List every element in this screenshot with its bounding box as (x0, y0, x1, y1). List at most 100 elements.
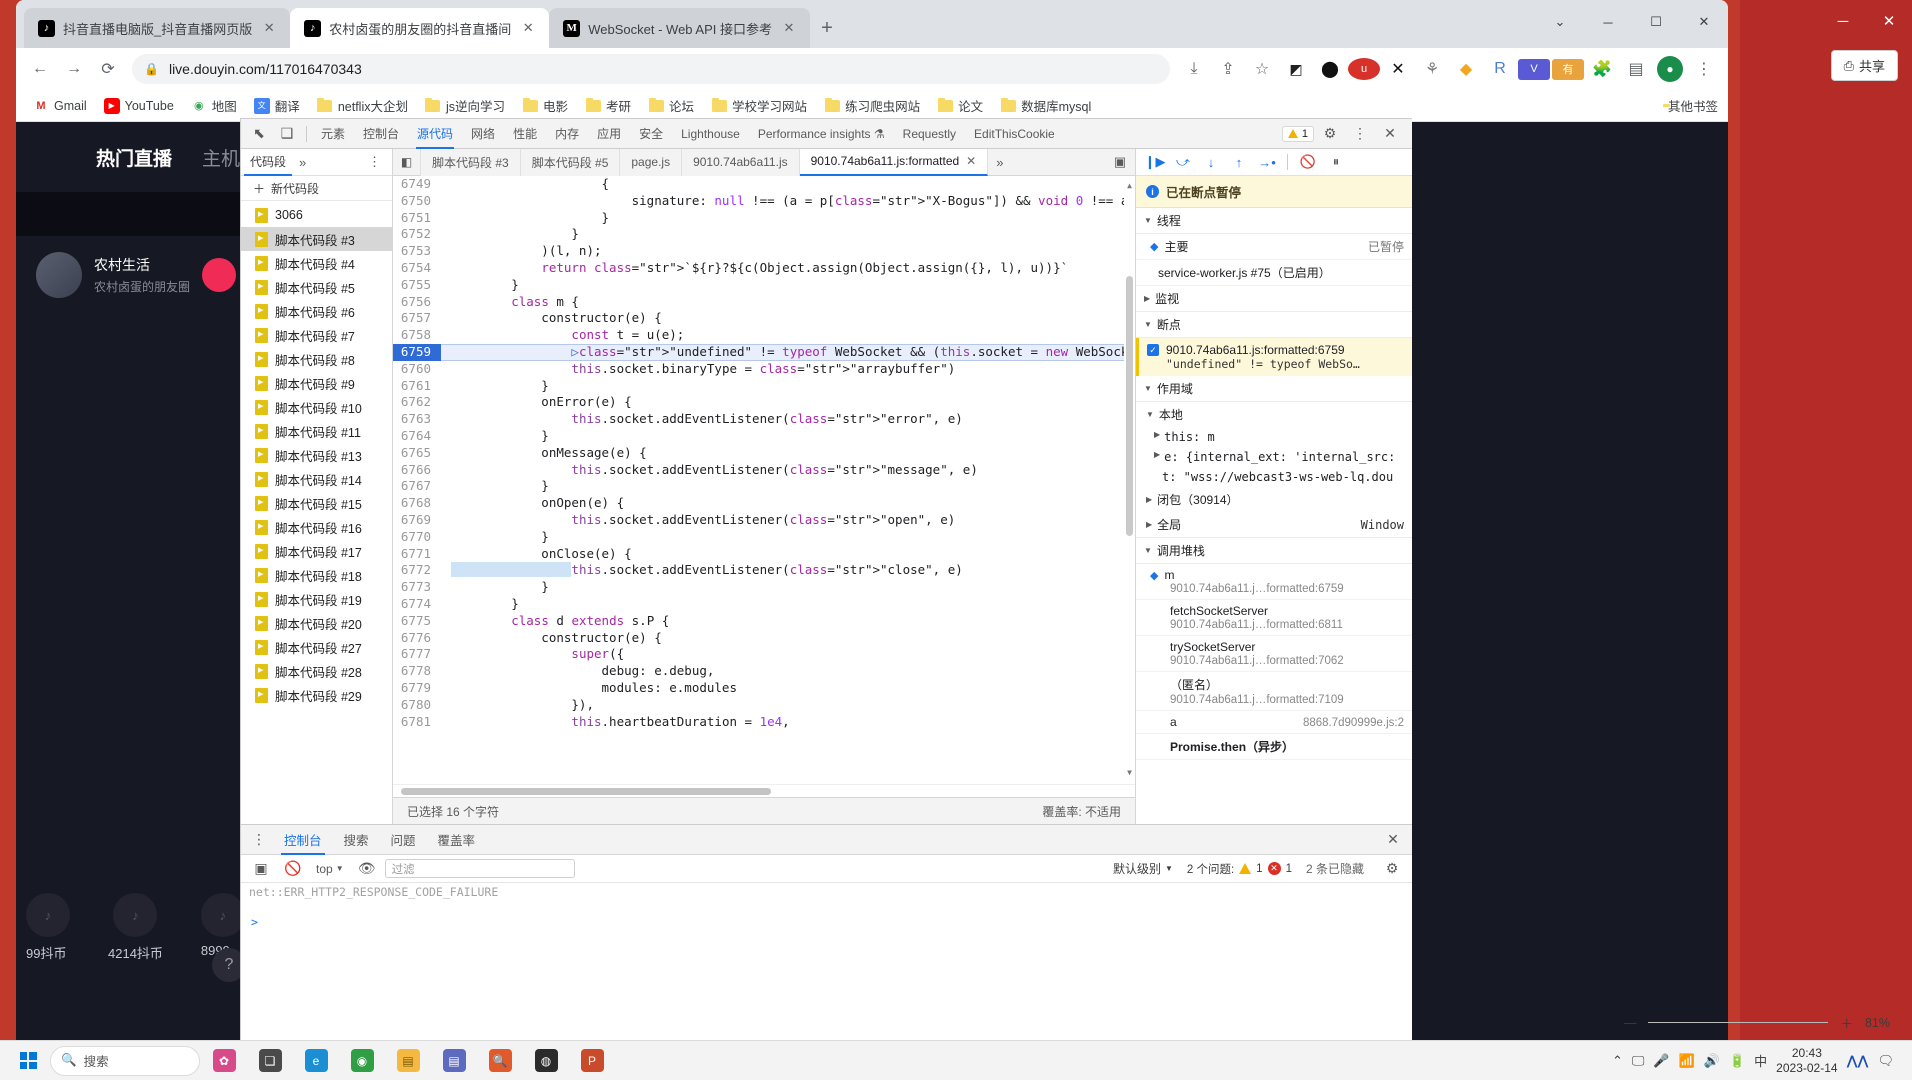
section-watch[interactable]: ▶ 监视 (1136, 286, 1412, 312)
tab-application[interactable]: 应用 (588, 119, 630, 149)
code-line[interactable]: 6764 } (393, 427, 1135, 445)
tab-elements[interactable]: 元素 (312, 119, 354, 149)
kebab-icon[interactable]: ⋮ (1346, 121, 1374, 147)
console-sidebar-icon[interactable]: ▣ (247, 856, 275, 882)
chrome-menu-icon[interactable]: ⋮ (1688, 53, 1720, 85)
bg-close-button[interactable]: ✕ (1866, 0, 1912, 42)
code-line[interactable]: 6756 class m { (393, 293, 1135, 311)
code-line[interactable]: 6767 } (393, 478, 1135, 496)
editor-tabs-overflow-icon[interactable]: » (988, 155, 1011, 170)
browser-tab-2[interactable]: ♪ 农村卤蛋的朋友圈的抖音直播间 ✕ (290, 8, 550, 48)
start-button[interactable] (8, 1044, 48, 1078)
line-number[interactable]: 6768 (393, 495, 441, 512)
inspect-element-icon[interactable]: ⬉ (245, 121, 273, 147)
code-line-highlighted[interactable]: 6759 ▷class="str">"undefined" != typeof … (393, 343, 1135, 361)
tab-memory[interactable]: 内存 (546, 119, 588, 149)
taskbar-task-view[interactable]: ❏ (248, 1044, 292, 1078)
download-icon[interactable]: ⤓ (1178, 53, 1210, 85)
line-number[interactable]: 6760 (393, 360, 441, 378)
step-icon[interactable]: →• (1254, 150, 1280, 174)
code-line[interactable]: 6774 } (393, 595, 1135, 613)
bookmark-star-icon[interactable]: ☆ (1246, 53, 1278, 85)
code-viewer[interactable]: 6749 {6750 signature: null !== (a = p[cl… (393, 176, 1135, 784)
extension-7-icon[interactable]: R (1484, 53, 1516, 85)
line-number[interactable]: 6759 (393, 343, 441, 361)
eye-icon[interactable]: 👁 (353, 856, 381, 882)
taskbar-app-notepad[interactable]: ▤ (432, 1044, 476, 1078)
callstack-frame-3[interactable]: trySocketServer 9010.74ab6a11.j…formatte… (1136, 636, 1412, 672)
line-number[interactable]: 6754 (393, 259, 441, 277)
section-callstack[interactable]: ▼ 调用堆栈 (1136, 538, 1412, 564)
share-button[interactable]: ⎙ 共享 (1830, 50, 1898, 81)
code-line[interactable]: 6772 this.socket.addEventListener(class=… (393, 562, 1135, 580)
code-line[interactable]: 6750 signature: null !== (a = p[class="s… (393, 192, 1135, 210)
bookmark-folder-forum[interactable]: 论坛 (641, 93, 701, 118)
code-line[interactable]: 6763 this.socket.addEventListener(class=… (393, 411, 1135, 428)
code-line[interactable]: 6776 constructor(e) { (393, 629, 1135, 647)
editor-horizontal-scrollbar[interactable] (393, 784, 1135, 797)
clear-console-icon[interactable]: 🚫 (279, 856, 307, 882)
step-into-icon[interactable]: ↓ (1198, 150, 1224, 174)
bg-minimize-button[interactable]: ─ (1820, 0, 1866, 42)
nav-item-hot[interactable]: 热门直播 (96, 144, 172, 171)
snippet-item[interactable]: 脚本代码段 #17 (241, 539, 392, 563)
code-line[interactable]: 6751 } (393, 209, 1135, 227)
navigator-more-tabs-icon[interactable]: » (292, 155, 313, 170)
snippet-item[interactable]: 脚本代码段 #3 (241, 227, 392, 251)
bookmark-folder-netflix[interactable]: netflix大企划 (310, 93, 415, 118)
close-icon[interactable]: ✕ (966, 154, 976, 168)
new-snippet-button[interactable]: ＋ 新代码段 (241, 176, 392, 201)
coin-item-2[interactable]: ♪ 4214抖币 (108, 893, 163, 962)
console-filter-input[interactable]: 过滤 (384, 859, 575, 878)
line-number[interactable]: 6774 (393, 595, 441, 613)
editor-tab-snippet5[interactable]: 脚本代码段 #5 (520, 148, 621, 176)
code-line[interactable]: 6769 this.socket.addEventListener(class=… (393, 511, 1135, 529)
line-number[interactable]: 6763 (393, 411, 441, 428)
tab-close-icon[interactable]: ✕ (260, 19, 278, 37)
code-line[interactable]: 6781 this.heartbeatDuration = 1e4, (393, 713, 1135, 731)
line-number[interactable]: 6781 (393, 713, 441, 731)
snippet-item[interactable]: 脚本代码段 #29 (241, 683, 392, 707)
line-number[interactable]: 6750 (393, 192, 441, 210)
line-number[interactable]: 6764 (393, 427, 441, 445)
avatar[interactable]: ● (1654, 53, 1686, 85)
console-output[interactable]: net::ERR_HTTP2_RESPONSE_CODE_FAILURE > (241, 883, 1412, 1040)
drawer-tab-issues[interactable]: 问题 (380, 825, 427, 855)
bookmark-youtube[interactable]: ▶ YouTube (97, 95, 181, 117)
bookmark-maps[interactable]: ◉ 地图 (184, 93, 244, 118)
drawer-kebab-icon[interactable]: ⋮ (245, 827, 273, 853)
scroll-up-icon[interactable]: ▲ (1125, 178, 1134, 195)
code-line[interactable]: 6780 }), (393, 696, 1135, 714)
line-number[interactable]: 6749 (393, 176, 441, 193)
code-line[interactable]: 6775 class d extends s.P { (393, 612, 1135, 630)
snippet-item[interactable]: 脚本代码段 #16 (241, 515, 392, 539)
line-number[interactable]: 6758 (393, 327, 441, 344)
taskbar-app-magnifier[interactable]: 🔍 (478, 1044, 522, 1078)
snippet-item[interactable]: 脚本代码段 #4 (241, 251, 392, 275)
line-number[interactable]: 6776 (393, 629, 441, 647)
line-number[interactable]: 6778 (393, 663, 441, 680)
drawer-tab-coverage[interactable]: 覆盖率 (427, 825, 487, 855)
new-tab-button[interactable]: + (810, 11, 844, 45)
code-line[interactable]: 6761 } (393, 377, 1135, 395)
ime-icon[interactable]: 中 (1754, 1051, 1767, 1070)
log-level-selector[interactable]: 默认级别 ▼ (1113, 860, 1173, 877)
snippet-item[interactable]: 脚本代码段 #19 (241, 587, 392, 611)
line-number[interactable]: 6777 (393, 646, 441, 664)
navigator-kebab-icon[interactable]: ⋮ (360, 154, 389, 170)
gear-icon[interactable]: ⚙ (1378, 856, 1406, 882)
code-line[interactable]: 6749 { (393, 176, 1135, 193)
line-number[interactable]: 6771 (393, 545, 441, 563)
section-threads[interactable]: ▼ 线程 (1136, 208, 1412, 234)
snippet-item[interactable]: 脚本代码段 #11 (241, 419, 392, 443)
debugger-scroll-area[interactable]: i 已在断点暂停 ▼ 线程 ◆ 主要 已暂停 service-worker.js… (1136, 176, 1412, 824)
tab-close-icon[interactable]: ✕ (780, 19, 798, 37)
code-line[interactable]: 6766 this.socket.addEventListener(class=… (393, 461, 1135, 479)
line-number[interactable]: 6770 (393, 528, 441, 546)
code-line[interactable]: 6773 } (393, 579, 1135, 596)
taskbar-app-explorer[interactable]: ▤ (386, 1044, 430, 1078)
taskbar-app-powerpoint[interactable]: P (570, 1044, 614, 1078)
line-number[interactable]: 6769 (393, 511, 441, 529)
collapse-navigator-icon[interactable]: ◧ (393, 148, 421, 176)
snippet-item[interactable]: 脚本代码段 #7 (241, 323, 392, 347)
